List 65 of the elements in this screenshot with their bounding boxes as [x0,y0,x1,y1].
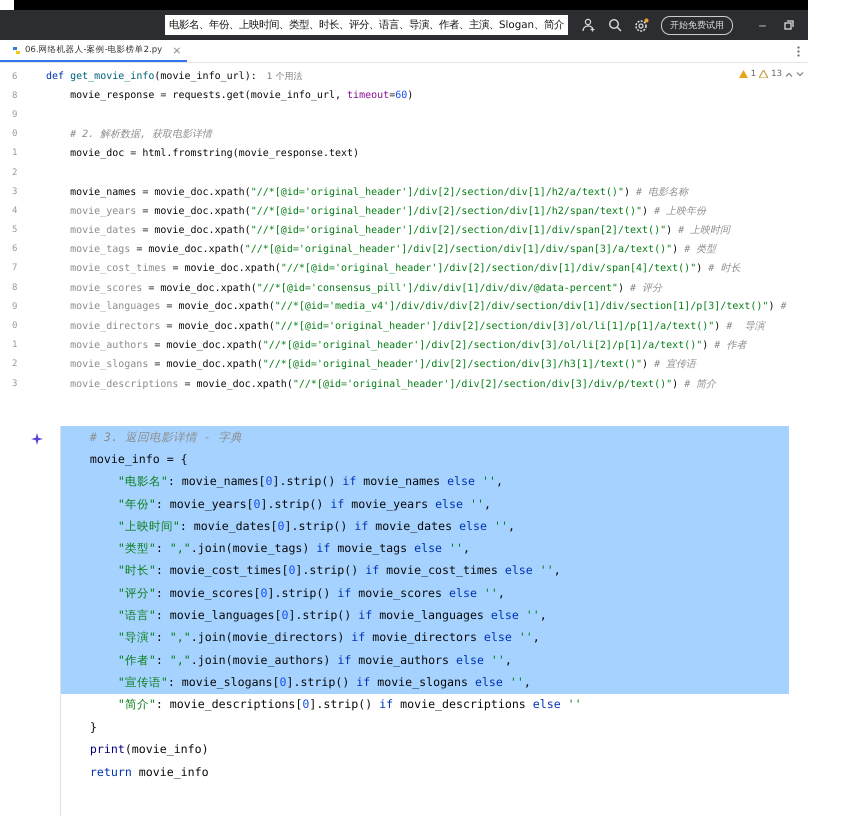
code-line: "语言": movie_languages[0].strip() if movie_languages else '', [116,608,547,624]
code-line: print(movie_info) [88,742,209,756]
line-number: 0 [11,321,18,332]
line-number: 7 [11,263,18,274]
python-file-icon [12,46,21,54]
code-line: movie_tags = movie_doc.xpath("//*[@id='original_header']/div[2]/section/div[1]/div/span[3]/a/text()") # 类型 [69,242,716,256]
code-line: movie_response = requests.get(movie_info_url, timeout=60) [69,90,414,102]
free-trial-button[interactable]: 开始免费试用 [661,16,734,34]
code-line: # 2. 解析数据, 获取电影详情 [69,128,212,142]
close-tab-button[interactable]: × [172,44,182,56]
code-line: movie_slogans = movie_doc.xpath("//*[@id='original_header']/div[2]/section/div[3]/h3[1]/text()") # 宣传语 [69,358,696,372]
code-line: "评分": movie_scores[0].strip() if movie_scores else '', [116,586,505,601]
warning-count: 1 [750,69,756,79]
tab-title: 06.网络机器人-案例-电影榜单2.py [25,44,162,56]
line-number: 1 [11,340,18,350]
chevron-up-icon[interactable] [785,72,793,76]
chevron-down-icon[interactable] [796,72,804,76]
code-line: "年份": movie_years[0].strip() if movie_years else '', [116,496,491,512]
line-number: 8 [11,90,18,101]
line-number: 9 [11,302,18,312]
line-number: 1 [11,148,18,158]
more-options-icon[interactable] [797,46,800,56]
code-line: } [88,720,97,734]
code-line: movie_authors = movie_doc.xpath("//*[@id='original_header']/div[2]/section/div[3]/ol/li[2]/p[1]/a/text()") # 作者 [69,338,746,352]
line-number: 3 [11,378,18,389]
minimize-button[interactable]: – [753,18,772,32]
code-line: movie_languages = movie_doc.xpath("//*[@id='media_v4']/div/div/div[2]/div/section/div[1]/div/section[1]/p[3]/text()") # [69,301,787,312]
code-line: movie_info = { [88,452,188,466]
line-number: 3 [11,186,18,197]
search-field[interactable]: 电影名、年份、上映时间、类型、时长、评分、语言、导演、作者、主演、Slogan、简介 [165,15,568,35]
line-number: 8 [11,282,18,293]
file-tab[interactable]: 06.网络机器人-案例-电影榜单2.py × [0,40,188,62]
code-line: movie_cost_times = movie_doc.xpath("//*[@id='original_header']/div[2]/section/div[1]/div/span[4]/text()") # 时长 [69,262,740,276]
line-number: 4 [11,206,18,216]
code-line: movie_years = movie_doc.xpath("//*[@id='original_header']/div[2]/section/div[1]/h2/span/text()") # 上映年份 [69,204,706,218]
weak-warning-count: 13 [771,69,782,79]
sparkle-icon[interactable] [31,433,43,445]
code-line: movie_doc = html.fromstring(movie_response.text) [69,148,360,159]
line-number: 6 [11,244,18,254]
line-number: 9 [11,110,18,120]
line-number: 2 [11,359,18,370]
code-line: # 3. 返回电影详情 - 字典 [88,430,242,445]
code-line: movie_dates = movie_doc.xpath("//*[@id='original_header']/div[2]/section/div[1]/div/span[2]/text()") # 上映时间 [69,224,730,238]
code-line: movie_names = movie_doc.xpath("//*[@id='original_header']/div[2]/section/div[1]/h2/a/text()") # 电影名称 [69,186,688,199]
restore-icon[interactable] [784,20,794,30]
code-line: def get_movie_info(movie_info_url): 1 个用法 [46,70,302,84]
code-line: "电影名": movie_names[0].strip() if movie_names else '', [116,474,503,490]
line-number: 6 [11,72,18,82]
code-line: movie_descriptions = movie_doc.xpath("//*[@id='original_header']/div[2]/section/div[3]/div/p/text()") # 简介 [69,378,716,391]
settings-icon[interactable] [634,18,650,32]
line-number: 2 [11,168,18,178]
search-icon[interactable] [608,18,622,32]
code-line: movie_directors = movie_doc.xpath("//*[@id='original_header']/div[2]/section/div[3]/ol/li[1]/p[1]/a/text()") # 导演 [69,320,764,334]
line-number: 0 [11,129,18,140]
line-number: 5 [11,225,18,236]
code-line: movie_scores = movie_doc.xpath("//*[@id='consensus_pill']/div/div[1]/div/div/@data-percent") # 评分 [69,282,662,295]
code-line: "导演": ",".join(movie_directors) if movie_directors else '', [116,630,540,646]
add-user-icon[interactable] [582,18,596,32]
code-line: "类型": ",".join(movie_tags) if movie_tags else '', [116,541,470,556]
code-line: "作者": ",".join(movie_authors) if movie_authors else '', [116,652,512,668]
code-line: "简介": movie_descriptions[0].strip() if movie_descriptions else '' [116,697,582,712]
code-line: "上映时间": movie_dates[0].strip() if movie_dates else '', [116,518,515,534]
code-line: "宣传语": movie_slogans[0].strip() if movie_slogans else '', [116,674,531,690]
code-line: "时长": movie_cost_times[0].strip() if movie_cost_times else '', [116,563,561,578]
code-line: return movie_info [88,764,209,779]
